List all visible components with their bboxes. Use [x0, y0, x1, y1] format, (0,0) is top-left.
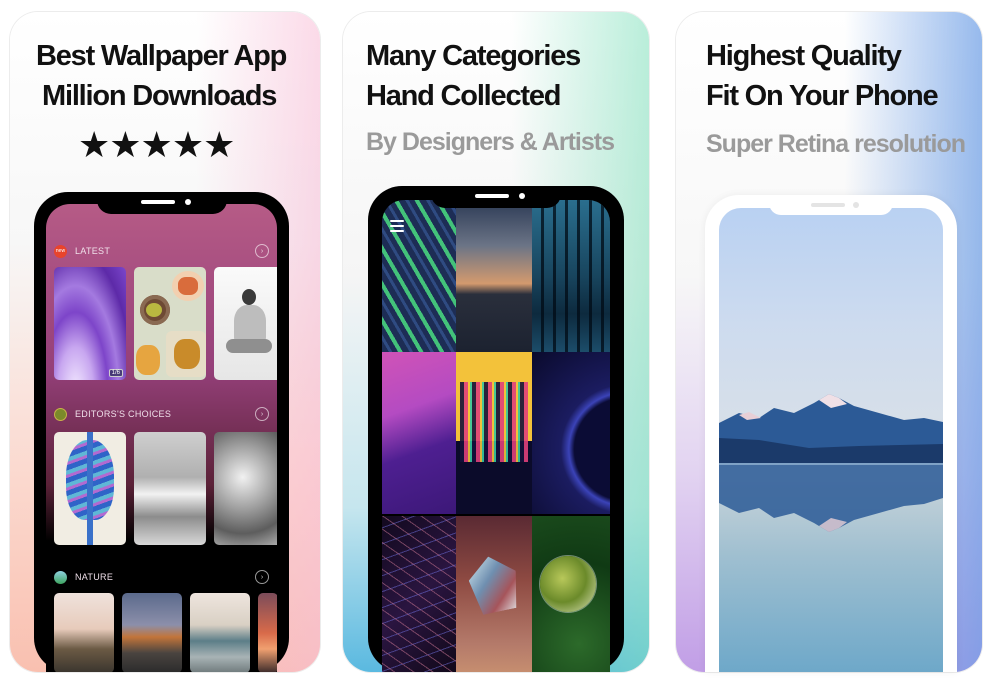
wallpaper-thumb-purple-ripples[interactable]: 1/6: [54, 267, 126, 380]
panel-1-headline: Best Wallpaper App Million Downloads: [36, 36, 287, 116]
category-tile-crystal[interactable]: [456, 516, 532, 672]
headline-line: Million Downloads: [42, 80, 277, 112]
section-label: LATEST: [75, 246, 111, 256]
category-tile-blue-curve[interactable]: [532, 352, 610, 514]
headline-line: Hand Collected: [366, 80, 561, 112]
nature-globe-icon: [54, 570, 67, 584]
headline-line: Best Wallpaper App: [36, 40, 287, 72]
phone-notch: [431, 186, 561, 208]
section-label: NATURE: [75, 572, 114, 582]
phone-notch: [96, 192, 227, 214]
section-nature[interactable]: NATURE ›: [54, 568, 269, 586]
category-tile-bubble[interactable]: [532, 516, 610, 672]
image-count-badge: 1/6: [108, 369, 123, 377]
mountain-lake-wallpaper: [719, 208, 943, 672]
category-tile-forest-night[interactable]: [532, 200, 610, 352]
panel-3-headline: Highest Quality Fit On Your Phone: [706, 36, 939, 116]
headline-line: Highest Quality: [706, 40, 902, 72]
wallpaper-thumb-rope-tree[interactable]: [54, 432, 126, 545]
latest-badge-icon: new: [54, 244, 67, 258]
section-label: EDITORS'S CHOICES: [75, 409, 172, 419]
category-tile-equalizer-bars[interactable]: [456, 352, 532, 514]
phone-notch: [769, 195, 893, 215]
phone-mockup-category-grid: [368, 186, 624, 672]
wallpaper-thumb-sunset-rocks[interactable]: [54, 593, 114, 672]
wallpaper-thumb-fire-glow[interactable]: [258, 593, 277, 672]
chevron-right-icon[interactable]: ›: [255, 244, 269, 258]
category-tile-laser-lines[interactable]: [382, 516, 456, 672]
phone-mockup-mountain-wallpaper: [705, 195, 957, 672]
app-home-screen: new LATEST › 1/6 EDITORS'S CHOICES › NAT…: [46, 204, 277, 672]
headline-line: Many Categories: [366, 40, 581, 72]
panel-2-subline: By Designers & Artists: [366, 128, 615, 156]
panel-3-subline: Super Retina resolution: [706, 130, 966, 158]
phone-mockup-app-home: new LATEST › 1/6 EDITORS'S CHOICES › NAT…: [34, 192, 289, 672]
category-tile-pink-purple-stripes[interactable]: [382, 352, 456, 514]
hamburger-menu-icon[interactable]: [390, 220, 404, 235]
category-tile-night-road[interactable]: [456, 200, 532, 352]
headline-line: Fit On Your Phone: [706, 80, 939, 112]
wallpaper-thumb-ocean-waves-bw[interactable]: [134, 432, 206, 545]
category-grid-screen: [382, 200, 610, 672]
section-editors-choices[interactable]: EDITORS'S CHOICES ›: [54, 405, 269, 423]
trophy-icon: [54, 407, 67, 421]
wallpaper-thumb-girl-blossoms-bw[interactable]: [214, 432, 277, 545]
wallpaper-thumb-sea-spray[interactable]: [190, 593, 250, 672]
wallpaper-thumb-food-bowls[interactable]: [134, 267, 206, 380]
mountain-reflection-illustration: [719, 394, 943, 532]
section-latest[interactable]: new LATEST ›: [54, 242, 269, 260]
wallpaper-thumb-woman-portrait[interactable]: [214, 267, 277, 380]
wallpaper-thumb-matterhorn[interactable]: [122, 593, 182, 672]
panel-2-headline: Many Categories Hand Collected: [366, 36, 581, 116]
five-star-rating: ★★★★★: [78, 124, 235, 165]
chevron-right-icon[interactable]: ›: [255, 407, 269, 421]
chevron-right-icon[interactable]: ›: [255, 570, 269, 584]
